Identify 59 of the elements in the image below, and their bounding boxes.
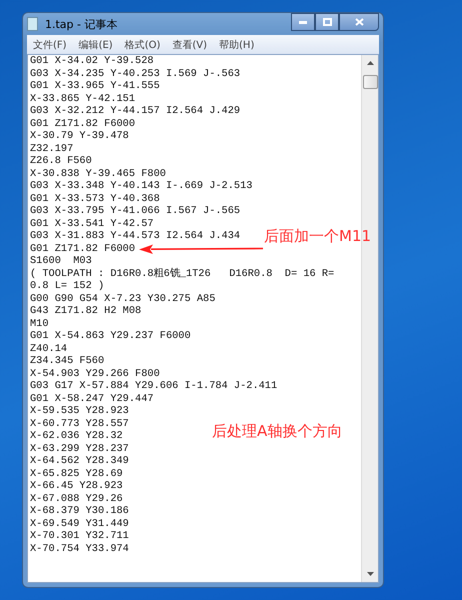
code-line: Z26.8 F560	[30, 155, 92, 168]
menu-item[interactable]: 文件(F)	[33, 38, 67, 52]
code-line: G01 X-33.965 Y-41.555	[30, 80, 160, 92]
code-line: X-68.379 Y30.186	[30, 505, 129, 518]
menu-item[interactable]: 编辑(E)	[78, 38, 113, 52]
notepad-icon	[27, 17, 38, 31]
code-line: Z34.345 F560	[30, 355, 104, 368]
menu-item[interactable]: 查看(V)	[172, 38, 208, 52]
code-line: G03 X-32.212 Y-44.157 I2.564 J.429	[30, 105, 240, 118]
code-line: M10	[30, 318, 49, 330]
scroll-up-icon[interactable]	[366, 61, 374, 65]
code-line: Z32.197	[30, 142, 74, 155]
code-line: G01 Z171.82 F6000	[30, 118, 136, 130]
close-icon	[354, 18, 364, 26]
scroll-down-icon[interactable]	[366, 572, 374, 576]
code-line: G03 X-33.348 Y-40.143 I-.669 J-2.513	[30, 180, 252, 192]
maximize-icon	[322, 18, 332, 26]
code-line: S1600 M03	[30, 255, 92, 268]
code-line: 0.8 L= 152 )	[30, 280, 104, 292]
code-line: X-30.79 Y-39.478	[30, 130, 129, 142]
code-line: G01 Z171.82 F6000	[30, 242, 136, 255]
code-line: G43 Z171.82 H2 M08	[30, 305, 142, 318]
code-line: G03 X-34.235 Y-40.253 I.569 J-.563	[30, 68, 240, 80]
code-line: X-70.301 Y32.711	[30, 530, 129, 542]
code-line: ( TOOLPATH : D16R0.8粗6铣_1T26 D16R0.8 D= 16 R=	[30, 268, 334, 280]
minimize-icon	[299, 20, 307, 24]
code-line: X-66.45 Y28.923	[30, 480, 123, 492]
code-line: G00 G90 G54 X-7.23 Y30.275 A85	[30, 292, 216, 305]
code-line: G03 G17 X-57.884 Y29.606 I-1.784 J-2.411	[30, 380, 278, 392]
close-button[interactable]	[339, 13, 379, 31]
code-line: X-64.562 Y28.349	[30, 455, 129, 468]
code-line: G01 X-58.247 Y29.447	[30, 392, 154, 405]
annotation-text: 后面加一个M11	[264, 227, 372, 246]
code-line: X-65.825 Y28.69	[30, 468, 123, 480]
code-line: X-30.838 Y-39.465 F800	[30, 168, 166, 180]
code-line: G03 X-31.883 Y-44.573 I2.564 J.434	[30, 230, 240, 242]
code-line: X-70.754 Y33.974	[30, 542, 129, 555]
code-line: X-60.773 Y28.557	[30, 418, 129, 430]
code-line: X-63.299 Y28.237	[30, 442, 129, 455]
code-line: X-62.036 Y28.32	[30, 430, 123, 442]
code-line: X-59.535 Y28.923	[30, 405, 129, 418]
code-line: G01 X-33.541 Y-42.57	[30, 218, 154, 230]
code-line: X-67.088 Y29.26	[30, 492, 123, 505]
maximize-button[interactable]	[315, 13, 339, 31]
code-line: G01 X-33.573 Y-40.368	[30, 192, 160, 205]
code-line: X-69.549 Y31.449	[30, 518, 129, 530]
annotation-text: 后处理A轴换个方向	[212, 422, 342, 441]
scroll-thumb[interactable]	[362, 75, 378, 89]
code-line: X-54.903 Y29.266 F800	[30, 368, 160, 380]
arrow-icon	[139, 244, 263, 254]
code-line: G01 X-34.02 Y-39.528	[30, 55, 154, 68]
minimize-button[interactable]	[291, 13, 315, 31]
code-line: Z40.14	[30, 342, 68, 355]
menu-item[interactable]: 格式(O)	[124, 38, 160, 52]
code-line: X-33.865 Y-42.151	[30, 92, 136, 105]
window-title: 1.tap - 记事本	[45, 16, 118, 32]
code-line: G03 X-33.795 Y-41.066 I.567 J-.565	[30, 205, 240, 218]
code-line: G01 X-54.863 Y29.237 F6000	[30, 330, 191, 342]
menu-item[interactable]: 帮助(H)	[219, 38, 254, 52]
